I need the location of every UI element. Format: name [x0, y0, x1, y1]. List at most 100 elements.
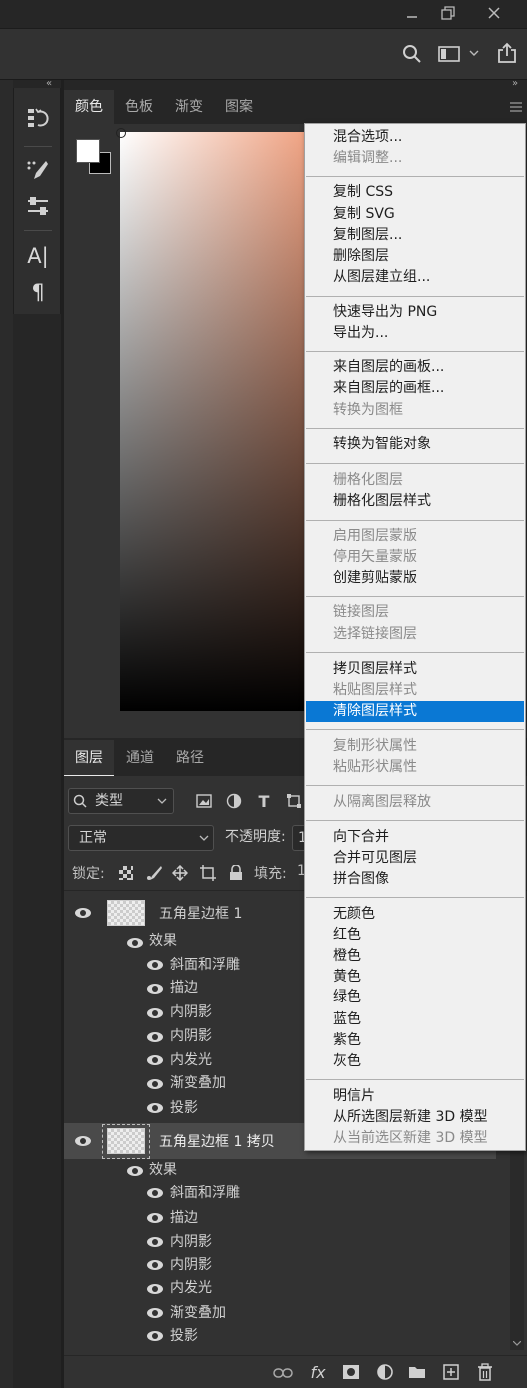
menu-item-select-linked-layers[interactable]: 选择链接图层: [306, 624, 524, 645]
menu-item-color-blue[interactable]: 蓝色: [306, 1009, 524, 1030]
visibility-eye-icon[interactable]: [147, 1103, 163, 1113]
adjustments-icon[interactable]: [24, 192, 52, 220]
adjustment-layer-filter-icon[interactable]: [224, 791, 244, 811]
foreground-color-swatch[interactable]: [76, 139, 100, 163]
visibility-eye-icon[interactable]: [147, 1055, 163, 1065]
menu-item-enable-layer-mask[interactable]: 启用图层蒙版: [306, 526, 524, 547]
effect-item[interactable]: 内阴影: [170, 1254, 212, 1274]
effect-item[interactable]: 渐变叠加: [170, 1302, 226, 1322]
tab-gradients[interactable]: 渐变: [166, 90, 212, 124]
tab-color[interactable]: 颜色: [64, 90, 114, 124]
blend-mode-select[interactable]: 正常: [68, 825, 214, 851]
menu-item-duplicate-layer[interactable]: 复制图层...: [306, 225, 524, 246]
visibility-eye-icon[interactable]: [147, 1237, 163, 1247]
menu-item-frame-from-layers[interactable]: 来自图层的画框...: [306, 378, 524, 399]
menu-item-postcard[interactable]: 明信片: [306, 1086, 524, 1107]
layer-name[interactable]: 五角星边框 1 拷贝: [159, 1131, 275, 1151]
effect-item[interactable]: 斜面和浮雕: [170, 954, 240, 974]
effect-item[interactable]: 内阴影: [170, 1025, 212, 1045]
panel-menu-icon[interactable]: [508, 100, 524, 114]
menu-item-color-orange[interactable]: 橙色: [306, 946, 524, 967]
tab-channels[interactable]: 通道: [116, 740, 164, 776]
visibility-eye-icon[interactable]: [147, 1008, 163, 1018]
visibility-eye-icon[interactable]: [147, 1079, 163, 1089]
new-adjustment-layer-icon[interactable]: [374, 1362, 396, 1382]
scroll-down-arrow-icon[interactable]: [512, 1338, 522, 1348]
color-spectrum[interactable]: [120, 132, 306, 711]
effect-item[interactable]: 描边: [170, 977, 198, 997]
lock-all-icon[interactable]: [227, 864, 245, 882]
visibility-eye-icon[interactable]: [147, 960, 163, 970]
menu-item-artboard-from-layers[interactable]: 来自图层的画板...: [306, 357, 524, 378]
paragraph-icon[interactable]: ¶: [24, 278, 52, 306]
character-icon[interactable]: A|: [24, 242, 52, 270]
collapse-right-icon[interactable]: »: [508, 78, 522, 89]
menu-item-delete-layer[interactable]: 删除图层: [306, 246, 524, 267]
visibility-eye-icon[interactable]: [147, 1284, 163, 1294]
chevron-down-icon[interactable]: [468, 46, 480, 60]
menu-item-release-from-isolation[interactable]: 从隔离图层释放: [306, 792, 524, 813]
visibility-eye-icon[interactable]: [147, 1188, 163, 1198]
menu-item-paste-shape-attributes[interactable]: 粘贴形状属性: [306, 757, 524, 778]
link-layers-icon[interactable]: [272, 1364, 294, 1382]
workspace-icon[interactable]: [436, 42, 462, 66]
menu-item-merge-visible[interactable]: 合并可见图层: [306, 848, 524, 869]
menu-item-flatten-image[interactable]: 拼合图像: [306, 869, 524, 890]
close-icon[interactable]: [480, 3, 508, 23]
tab-swatches[interactable]: 色板: [116, 90, 162, 124]
layer-thumbnail[interactable]: [107, 900, 145, 926]
lock-transparent-pixels-icon[interactable]: [117, 864, 135, 882]
menu-item-create-clipping-mask[interactable]: 创建剪贴蒙版: [306, 568, 524, 589]
minimize-icon[interactable]: [398, 3, 426, 23]
type-layer-filter-icon[interactable]: T: [254, 791, 274, 811]
effect-item[interactable]: 投影: [170, 1097, 198, 1117]
menu-item-copy-svg[interactable]: 复制 SVG: [306, 204, 524, 225]
shape-layer-filter-icon[interactable]: [284, 791, 304, 811]
visibility-eye-icon[interactable]: [127, 938, 143, 948]
history-icon[interactable]: [24, 104, 52, 132]
visibility-eye-icon[interactable]: [75, 1136, 91, 1146]
lock-image-pixels-icon[interactable]: [145, 864, 163, 882]
visibility-eye-icon[interactable]: [127, 1166, 143, 1176]
effect-item[interactable]: 渐变叠加: [170, 1072, 226, 1092]
visibility-eye-icon[interactable]: [147, 1260, 163, 1270]
pixel-layer-filter-icon[interactable]: [194, 791, 214, 811]
menu-item-copy-layer-style[interactable]: 拷贝图层样式: [306, 659, 524, 680]
effect-item[interactable]: 内阴影: [170, 1001, 212, 1021]
menu-item-color-violet[interactable]: 紫色: [306, 1030, 524, 1051]
effect-item[interactable]: 内阴影: [170, 1231, 212, 1251]
menu-item-paste-layer-style[interactable]: 粘贴图层样式: [306, 680, 524, 701]
menu-item-convert-to-frame[interactable]: 转换为图框: [306, 400, 524, 421]
menu-item-new-3d-from-layer[interactable]: 从所选图层新建 3D 模型: [306, 1107, 524, 1128]
share-icon[interactable]: [494, 40, 520, 66]
menu-item-blending-options[interactable]: 混合选项...: [306, 127, 524, 148]
menu-item-copy-shape-attributes[interactable]: 复制形状属性: [306, 736, 524, 757]
menu-item-color-red[interactable]: 红色: [306, 925, 524, 946]
menu-item-quick-export-png[interactable]: 快速导出为 PNG: [306, 302, 524, 323]
effects-label[interactable]: 效果: [149, 1159, 177, 1179]
delete-layer-icon[interactable]: [474, 1362, 496, 1382]
collapse-left-icon[interactable]: «: [42, 78, 56, 89]
lock-position-icon[interactable]: [171, 864, 189, 882]
effects-label[interactable]: 效果: [149, 930, 177, 950]
visibility-eye-icon[interactable]: [147, 1032, 163, 1042]
add-layer-style-icon[interactable]: fx: [306, 1362, 330, 1382]
tab-patterns[interactable]: 图案: [216, 90, 262, 124]
menu-item-convert-to-smart-object[interactable]: 转换为智能对象: [306, 434, 524, 455]
visibility-eye-icon[interactable]: [147, 1213, 163, 1223]
effect-item[interactable]: 内发光: [170, 1049, 212, 1069]
menu-item-rasterize-layer-style[interactable]: 栅格化图层样式: [306, 491, 524, 512]
lock-artboard-icon[interactable]: [199, 864, 217, 882]
restore-icon[interactable]: [434, 3, 462, 23]
tab-paths[interactable]: 路径: [166, 740, 214, 776]
menu-item-rasterize-layer[interactable]: 栅格化图层: [306, 470, 524, 491]
color-picker-cursor[interactable]: [116, 128, 126, 138]
layers-scrollbar[interactable]: [510, 1150, 524, 1350]
menu-item-clear-layer-style[interactable]: 清除图层样式: [306, 701, 524, 722]
add-mask-icon[interactable]: [340, 1362, 362, 1382]
menu-item-copy-css[interactable]: 复制 CSS: [306, 182, 524, 203]
menu-item-export-as[interactable]: 导出为...: [306, 323, 524, 344]
brush-settings-icon[interactable]: [24, 156, 52, 184]
menu-item-color-gray[interactable]: 灰色: [306, 1051, 524, 1072]
visibility-eye-icon[interactable]: [75, 908, 91, 918]
